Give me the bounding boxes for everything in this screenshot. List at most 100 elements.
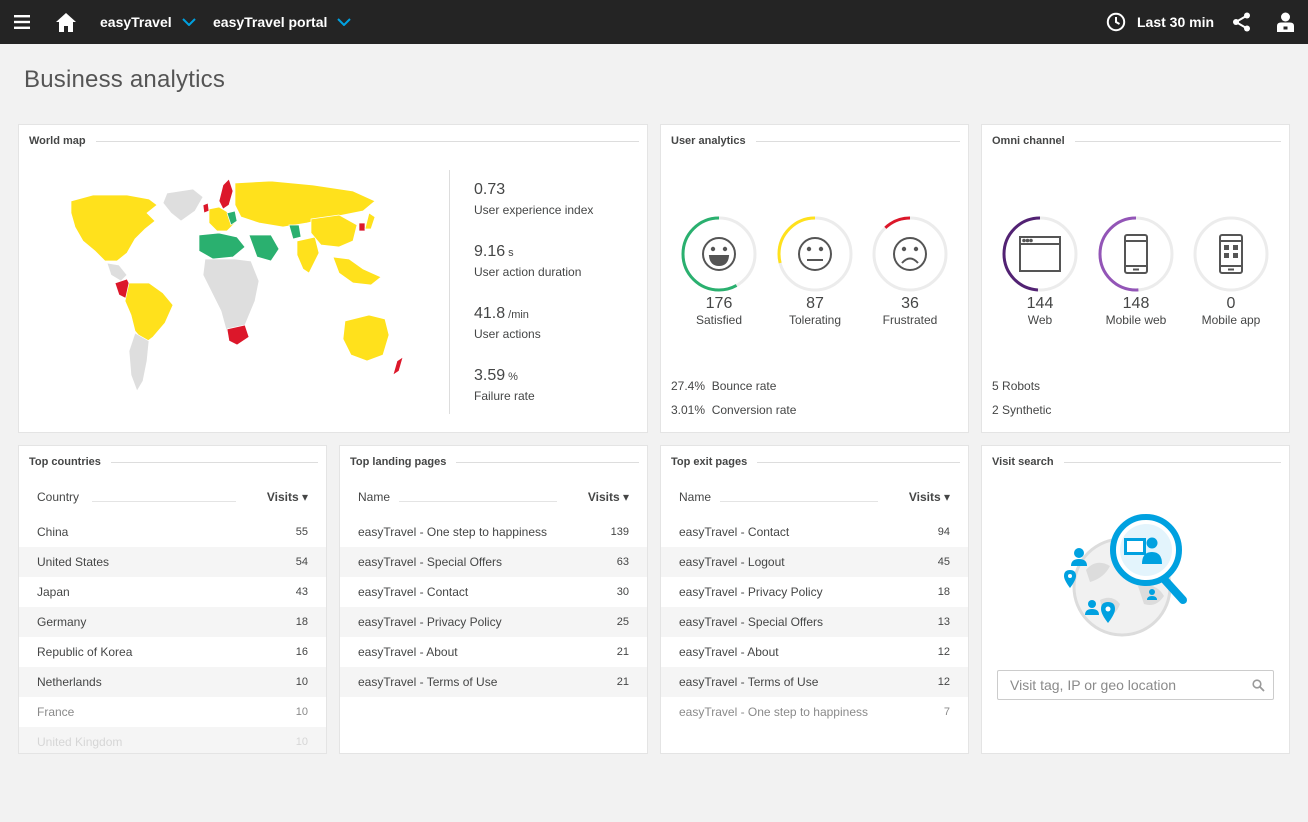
share-button[interactable] [1232, 0, 1251, 44]
table-row[interactable]: France 10 [19, 697, 326, 727]
column-header-visits[interactable]: Visits ▾ [909, 490, 950, 504]
top-countries-tile[interactable]: Top countries Country Visits ▾ China 55 U… [18, 445, 327, 754]
app-name: easyTravel [100, 14, 172, 30]
kpi-user-action-duration[interactable]: 9.16 s User action duration [474, 243, 581, 279]
tile-title: Top landing pages [350, 456, 447, 468]
map-region-russia[interactable] [234, 180, 376, 228]
gauge-mobile-web[interactable]: 148 Mobile web [1088, 215, 1184, 327]
browser-window-icon [1019, 236, 1061, 272]
column-header-name[interactable]: Name [358, 490, 390, 504]
map-region-greenland[interactable] [162, 188, 204, 222]
map-region-south-africa[interactable] [226, 324, 250, 346]
menu-button[interactable] [14, 0, 30, 44]
world-map-tile[interactable]: World map 0.73 User experience index 9.1… [18, 124, 648, 433]
map-region-australia[interactable] [342, 314, 390, 362]
table-row[interactable]: easyTravel - Contact 94 [661, 517, 968, 547]
table-row[interactable]: easyTravel - Privacy Policy 18 [661, 577, 968, 607]
kpi-unit: /min [508, 309, 529, 321]
share-icon [1233, 12, 1250, 32]
user-menu-button[interactable] [1277, 0, 1294, 44]
home-button[interactable] [56, 0, 76, 44]
table-row[interactable]: easyTravel - About 21 [340, 637, 647, 667]
gauge-satisfied[interactable]: 176 Satisfied [671, 215, 767, 327]
column-header-name[interactable]: Name [679, 490, 711, 504]
gauge-mobile-app[interactable]: 0 Mobile app [1183, 215, 1279, 327]
user-analytics-tile[interactable]: User analytics 176 Satisfied 87 Tolerati… [660, 124, 969, 433]
gauge-web[interactable]: 144 Web [992, 215, 1088, 327]
table-row[interactable]: easyTravel - Terms of Use 21 [340, 667, 647, 697]
kpi-user-actions[interactable]: 41.8/min User actions [474, 305, 541, 341]
search-icon[interactable] [1252, 679, 1265, 692]
table-row[interactable]: United States 54 [19, 547, 326, 577]
map-region-south-america-south[interactable] [128, 332, 150, 392]
kpi-label: User actions [474, 327, 541, 341]
top-landing-pages-tile[interactable]: Top landing pages Name Visits ▾ easyTrav… [339, 445, 648, 754]
mobile-app-icon [1219, 234, 1243, 274]
table-row[interactable]: United Kingdom 10 [19, 727, 326, 753]
map-region-india[interactable] [296, 236, 320, 274]
menu-icon [14, 15, 30, 29]
kpi-value: 41.8 [474, 305, 506, 322]
table-row[interactable]: easyTravel - Terms of Use 12 [661, 667, 968, 697]
map-region-africa[interactable] [202, 258, 260, 340]
visit-search-tile[interactable]: Visit search [981, 445, 1290, 754]
tolerating-gauge [777, 216, 853, 292]
column-header-country[interactable]: Country [37, 490, 79, 504]
table-row[interactable]: easyTravel - One step to happiness 7 [661, 697, 968, 727]
visit-search-input[interactable] [1010, 677, 1240, 693]
column-header-visits[interactable]: Visits ▾ [588, 490, 629, 504]
table-row[interactable]: China 55 [19, 517, 326, 547]
table-row[interactable]: Republic of Korea 16 [19, 637, 326, 667]
map-region-north-america[interactable] [70, 194, 158, 262]
gauge-value: 148 [1122, 295, 1150, 312]
chevron-down-icon [181, 18, 196, 26]
map-region-south-america-north[interactable] [124, 282, 174, 344]
gauge-tolerating[interactable]: 87 Tolerating [767, 215, 863, 327]
map-region-middle-east[interactable] [248, 234, 280, 262]
map-region-scandinavia[interactable] [218, 178, 234, 210]
table-row[interactable]: Germany 18 [19, 607, 326, 637]
map-region-central-america[interactable] [106, 262, 128, 282]
gauge-value: 144 [1026, 295, 1054, 312]
world-map[interactable] [23, 165, 443, 405]
mobile-web-gauge [1098, 216, 1174, 292]
gauge-label: Mobile web [1105, 313, 1167, 327]
gauge-label: Tolerating [788, 313, 842, 327]
map-region-japan[interactable] [364, 212, 376, 230]
kpi-failure-rate[interactable]: 3.59% Failure rate [474, 367, 535, 403]
map-region-new-zealand[interactable] [392, 356, 404, 376]
map-region-southeast-asia[interactable] [332, 256, 382, 286]
table-body: easyTravel - Contact 94 easyTravel - Logo… [661, 517, 968, 727]
timeframe-selector[interactable]: Last 30 min [1106, 0, 1214, 44]
clock-icon [1106, 12, 1126, 32]
kpi-user-experience-index[interactable]: 0.73 User experience index [474, 181, 593, 217]
page-title: Business analytics [24, 66, 226, 93]
table-row[interactable]: Netherlands 10 [19, 667, 326, 697]
table-row[interactable]: easyTravel - Contact 30 [340, 577, 647, 607]
map-region-china[interactable] [310, 214, 358, 248]
column-header-visits[interactable]: Visits ▾ [267, 490, 308, 504]
table-row[interactable]: easyTravel - About 12 [661, 637, 968, 667]
table-row[interactable]: easyTravel - Logout 45 [661, 547, 968, 577]
map-region-north-africa[interactable] [198, 232, 246, 260]
map-region-korea[interactable] [358, 222, 366, 232]
omni-channel-tile[interactable]: Omni channel 144 Web 148 Mobile web 0 Mo… [981, 124, 1290, 433]
neutral-face-icon [798, 237, 832, 271]
map-region-pakistan[interactable] [288, 224, 302, 240]
app-selector[interactable]: easyTravel [100, 0, 196, 44]
visit-search-box[interactable] [997, 670, 1274, 700]
map-region-uk[interactable] [202, 202, 210, 214]
user-icon [1277, 12, 1294, 32]
application-selector[interactable]: easyTravel portal [213, 0, 352, 44]
gauge-label: Satisfied [695, 313, 743, 327]
table-row[interactable]: easyTravel - One step to happiness 139 [340, 517, 647, 547]
table-row[interactable]: easyTravel - Special Offers 63 [340, 547, 647, 577]
tile-title: Top exit pages [671, 456, 748, 468]
mobile-phone-icon [1124, 234, 1148, 274]
top-exit-pages-tile[interactable]: Top exit pages Name Visits ▾ easyTravel … [660, 445, 969, 754]
web-gauge [1002, 216, 1078, 292]
gauge-frustrated[interactable]: 36 Frustrated [862, 215, 958, 327]
table-row[interactable]: easyTravel - Privacy Policy 25 [340, 607, 647, 637]
table-row[interactable]: Japan 43 [19, 577, 326, 607]
table-row[interactable]: easyTravel - Special Offers 13 [661, 607, 968, 637]
